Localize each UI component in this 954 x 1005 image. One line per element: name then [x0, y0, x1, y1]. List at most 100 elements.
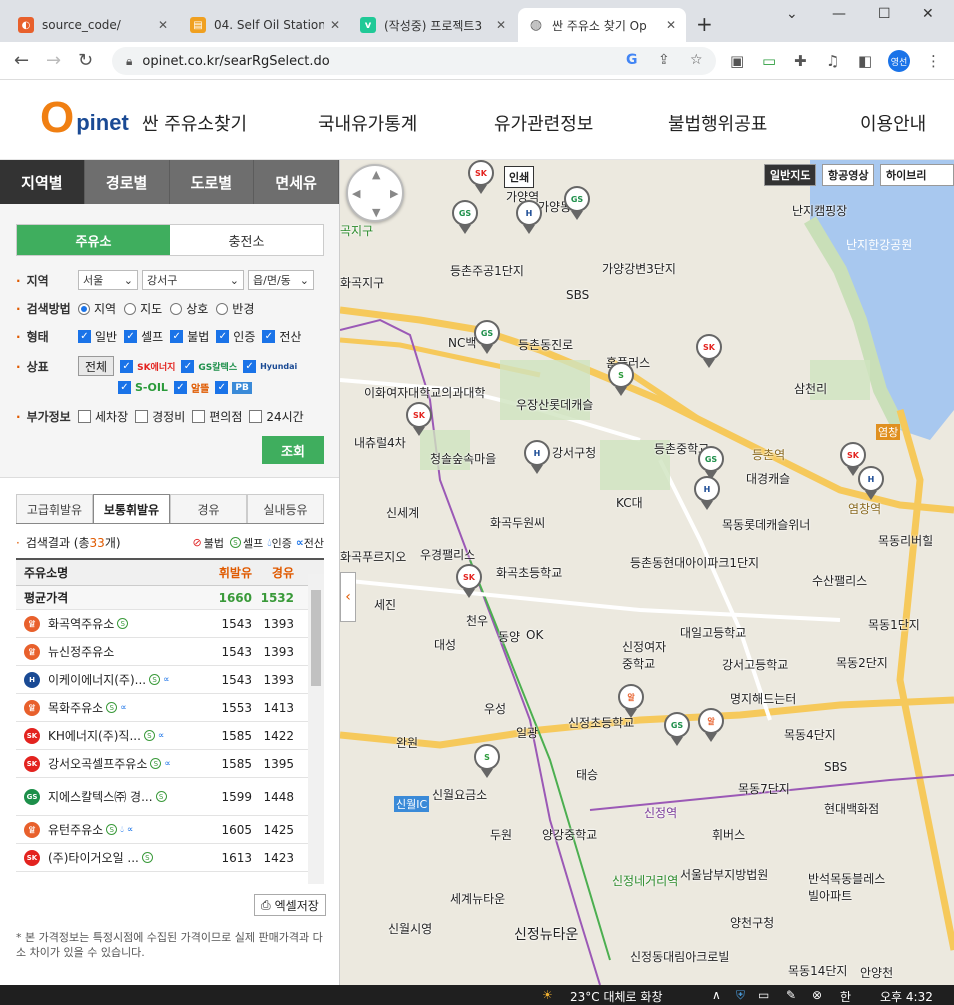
gs-station-pin[interactable]: GS: [452, 200, 478, 234]
nav-domestic-stats[interactable]: 국내유가통계: [318, 110, 417, 136]
check-maintenance[interactable]: 경정비: [135, 408, 185, 425]
tray-up-icon[interactable]: ∧: [712, 988, 721, 1002]
url-field[interactable]: 🔒︎ opinet.co.kr/searRgSelect.do G ⇪ ☆: [112, 47, 716, 75]
pan-left-icon[interactable]: ◀: [352, 187, 360, 200]
bookmark-star-icon[interactable]: ☆: [690, 52, 703, 68]
shield-icon[interactable]: ⛨: [736, 988, 745, 1003]
table-row[interactable]: SK KH에너지(주)직... S ∝ 1585 1422: [16, 722, 324, 750]
media-icon[interactable]: ♫: [826, 52, 839, 70]
tab-premium[interactable]: 고급휘발유: [16, 494, 93, 523]
table-row[interactable]: 알 화곡역주유소 S 1543 1393: [16, 610, 324, 638]
tab-route[interactable]: 경로별: [84, 160, 170, 204]
ime-indicator[interactable]: 한: [840, 988, 851, 1005]
sk-station-pin[interactable]: SK: [468, 160, 494, 194]
table-row[interactable]: GS 지에스칼텍스㈜ 경... S 1599 1448: [16, 778, 324, 816]
sk-station-pin[interactable]: SK: [456, 564, 482, 598]
pan-right-icon[interactable]: ▶: [390, 187, 398, 200]
check-24h[interactable]: 24시간: [249, 408, 304, 425]
minimize-icon[interactable]: —: [832, 6, 846, 22]
station-name[interactable]: (주)타이거오일 ...: [48, 849, 139, 866]
search-button[interactable]: 조회: [262, 436, 324, 464]
extension-icon[interactable]: ▭: [762, 52, 776, 70]
gs-station-pin[interactable]: GS: [664, 712, 690, 746]
browser-tab[interactable]: ◐ source_code/ ✕: [8, 8, 178, 42]
close-icon[interactable]: ✕: [330, 18, 340, 32]
brand-all-button[interactable]: 전체: [78, 356, 115, 376]
checkbox-pb[interactable]: ✓: [215, 381, 229, 394]
puzzle-icon[interactable]: ✚: [794, 52, 807, 70]
maximize-icon[interactable]: ☐: [878, 6, 891, 22]
reload-icon[interactable]: ↻: [78, 50, 93, 71]
forward-icon[interactable]: →: [46, 50, 61, 71]
tab-diesel[interactable]: 경유: [170, 494, 247, 523]
pan-down-icon[interactable]: ▼: [372, 206, 380, 219]
gs-station-pin[interactable]: GS: [474, 320, 500, 354]
checkbox-sk[interactable]: ✓: [120, 359, 134, 373]
close-icon[interactable]: ✕: [666, 18, 676, 32]
close-icon[interactable]: ✕: [158, 18, 168, 32]
check-computerized[interactable]: ✓ 전산: [262, 328, 301, 345]
tab-kerosene[interactable]: 실내등유: [247, 494, 324, 523]
share-icon[interactable]: ⇪: [658, 52, 670, 68]
sk-station-pin[interactable]: SK: [696, 334, 722, 368]
sidepanel-icon[interactable]: ◧: [858, 52, 872, 70]
map-pan-control[interactable]: ▲ ▼ ◀ ▶: [346, 164, 404, 222]
radio-radius[interactable]: 반경: [216, 300, 254, 317]
scroll-thumb[interactable]: [311, 590, 321, 686]
excel-save-button[interactable]: ⎙ 엑셀저장: [254, 894, 326, 916]
nav-illegal[interactable]: 불법행위공표: [668, 110, 767, 136]
nav-guide[interactable]: 이용안내: [860, 110, 926, 136]
station-map[interactable]: ▲ ▼ ◀ ▶ 인쇄 일반지도 항공영상 하이브리 ‹ 가양역 가양동 등촌주공…: [340, 160, 954, 985]
opinet-logo[interactable]: O pinet: [40, 96, 129, 140]
sido-select[interactable]: 서울 ⌄: [78, 270, 138, 290]
new-tab-icon[interactable]: +: [696, 12, 713, 36]
map-type-aerial[interactable]: 항공영상: [822, 164, 875, 186]
tab-road[interactable]: 도로별: [169, 160, 255, 204]
soil-station-pin[interactable]: S: [608, 362, 634, 396]
table-scrollbar[interactable]: [308, 574, 324, 884]
check-self[interactable]: ✓ 셀프: [124, 328, 163, 345]
station-name[interactable]: 목화주유소: [48, 699, 103, 716]
table-row[interactable]: 알 유턴주유소 S 💧︎ ∝ 1605 1425: [16, 816, 324, 844]
station-name[interactable]: 유턴주유소: [48, 821, 103, 838]
nav-price-info[interactable]: 유가관련정보: [494, 110, 593, 136]
tab-gas-station[interactable]: 주유소: [17, 225, 170, 255]
tab-regular[interactable]: 보통휘발유: [93, 494, 170, 523]
radio-map[interactable]: 지도: [124, 300, 162, 317]
nav-cheap-station[interactable]: 싼 주유소찾기: [142, 110, 247, 136]
pen-icon[interactable]: ✎: [786, 988, 796, 1002]
sidebar-collapse-button[interactable]: ‹: [340, 572, 356, 622]
radio-name[interactable]: 상호: [170, 300, 208, 317]
station-name[interactable]: 뉴신정주유소: [48, 643, 114, 660]
sigungu-select[interactable]: 강서구 ⌄: [142, 270, 244, 290]
avatar[interactable]: 영선: [888, 50, 910, 72]
station-name[interactable]: 이케이에너지(주)...: [48, 671, 146, 688]
close-icon[interactable]: ✕: [496, 18, 506, 32]
radio-region[interactable]: 지역: [78, 300, 116, 317]
google-icon[interactable]: G: [626, 52, 638, 68]
browser-tab[interactable]: ▤ 04. Self Oil Station ✕: [180, 8, 350, 42]
check-certified[interactable]: ✓ 인증: [216, 328, 255, 345]
map-type-hybrid[interactable]: 하이브리: [880, 164, 954, 186]
browser-tab[interactable]: v (작성중) 프로젝트3 ✕: [350, 8, 516, 42]
soil-station-pin[interactable]: S: [474, 744, 500, 778]
sk-station-pin[interactable]: SK: [406, 402, 432, 436]
gs-station-pin[interactable]: GS: [564, 186, 590, 220]
check-store[interactable]: 편의점: [192, 408, 242, 425]
print-button[interactable]: 인쇄: [504, 166, 535, 188]
hyundai-station-pin[interactable]: H: [694, 476, 720, 510]
station-name[interactable]: 강서오곡셀프주유소: [48, 755, 147, 772]
table-row[interactable]: SK (주)타이거오일 ... S 1613 1423: [16, 844, 324, 872]
check-illegal[interactable]: ✓ 불법: [170, 328, 209, 345]
altteul-station-pin[interactable]: 알: [698, 708, 724, 742]
tab-taxfree[interactable]: 면세유: [254, 160, 339, 204]
hyundai-station-pin[interactable]: H: [524, 440, 550, 474]
mute-icon[interactable]: ⊗: [812, 988, 822, 1002]
network-icon[interactable]: ▭: [758, 988, 769, 1002]
station-name[interactable]: KH에너지(주)직...: [48, 727, 141, 744]
station-name[interactable]: 지에스칼텍스㈜ 경...: [48, 788, 153, 805]
table-row[interactable]: H 이케이에너지(주)... S ∝ 1543 1393: [16, 666, 324, 694]
station-name[interactable]: 화곡역주유소: [48, 615, 114, 632]
checkbox-altteul[interactable]: ✓: [173, 381, 187, 394]
menu-icon[interactable]: ⋮: [926, 52, 941, 70]
